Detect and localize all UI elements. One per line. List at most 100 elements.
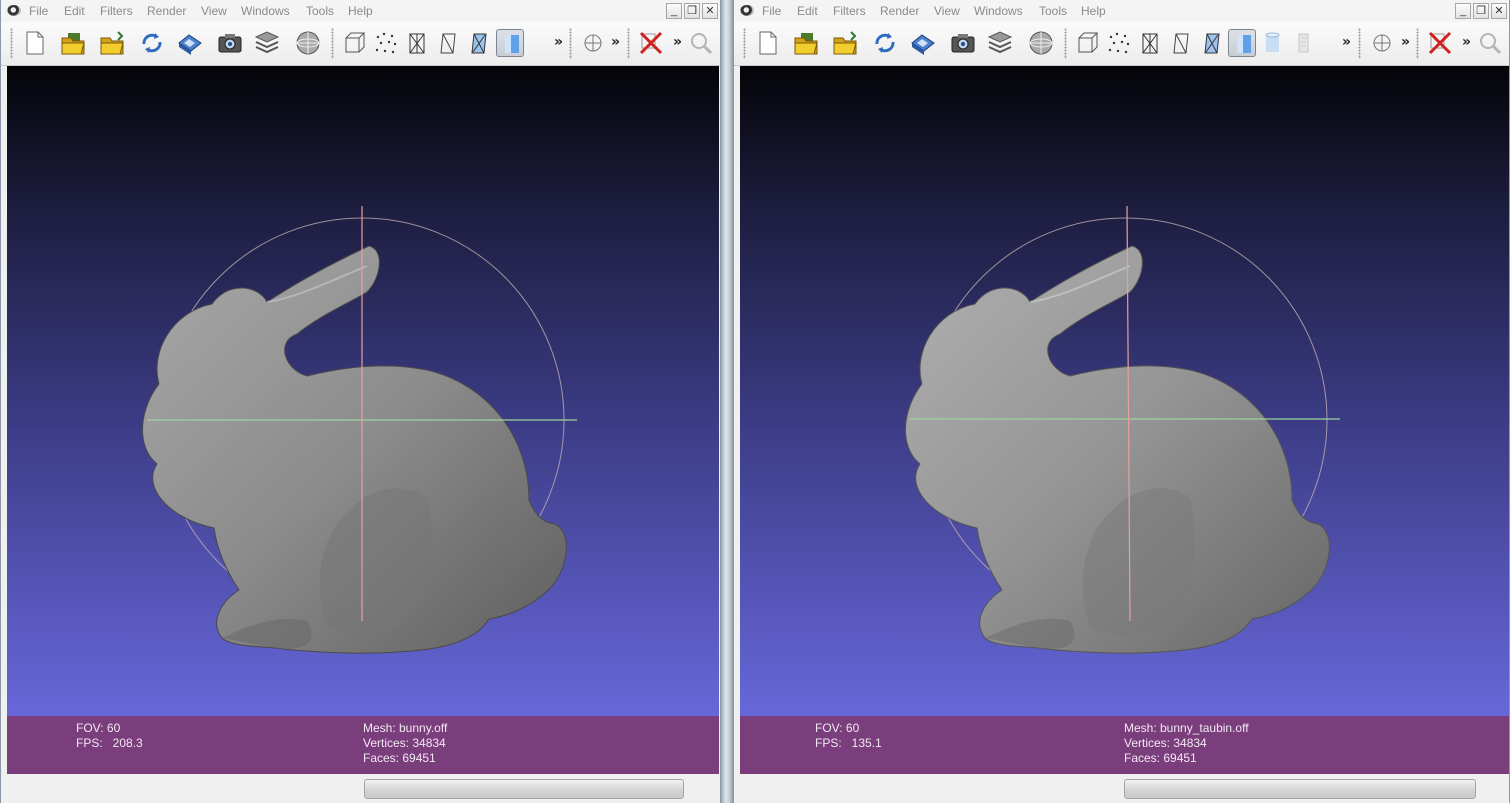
minimize-button[interactable]: _ [666,3,682,19]
toolbar-grip[interactable] [569,28,572,59]
meshlab-window-left: File Edit Filters Render View Windows To… [0,0,721,803]
menu-edit[interactable]: Edit [797,4,818,18]
close-button[interactable]: ✕ [1491,3,1507,19]
window-controls: _ ❐ ✕ [1455,3,1507,20]
menu-tools[interactable]: Tools [306,4,334,18]
reload-icon[interactable] [871,29,899,57]
toolbar-grip[interactable] [627,28,630,59]
bounding-box-icon[interactable] [1074,29,1102,57]
menu-render[interactable]: Render [880,4,919,18]
toolbar-overflow-icon[interactable]: » [611,34,620,50]
menu-help[interactable]: Help [348,4,373,18]
meshlab-eye-icon [7,5,21,16]
snapshot-icon[interactable] [216,29,244,57]
vertices-label: Vertices: 34834 [363,736,446,750]
faces-label: Faces: 69451 [363,751,436,765]
menu-windows[interactable]: Windows [974,4,1023,18]
menu-filters[interactable]: Filters [833,4,866,18]
menu-view[interactable]: View [934,4,960,18]
fps-label: FPS: 208.3 [76,736,143,750]
flat-lines-icon[interactable] [1198,29,1226,57]
3d-viewport[interactable] [740,66,1510,716]
new-project-icon[interactable] [21,29,49,57]
status-bar [734,774,1509,803]
toolbar-grip[interactable] [743,28,746,59]
open-project-icon[interactable] [792,29,820,57]
menu-bar: File Edit Filters Render View Windows To… [1,0,720,22]
save-icon[interactable] [909,29,937,57]
menu-file[interactable]: File [29,4,48,18]
hidden-lines-icon[interactable] [434,29,462,57]
toolbar-grip[interactable] [10,28,13,59]
faces-label: Faces: 69451 [1124,751,1197,765]
menu-render[interactable]: Render [147,4,186,18]
raster-layers-icon[interactable] [1027,29,1055,57]
search-icon[interactable] [687,29,715,57]
vertices-label: Vertices: 34834 [1124,736,1207,750]
trackball-icon[interactable] [1368,29,1396,57]
window-controls: _ ❐ ✕ [666,3,718,20]
toolbar-grip[interactable] [1064,28,1067,59]
progress-bar [1124,779,1476,799]
bunny-group [905,205,1340,654]
menu-edit[interactable]: Edit [64,4,85,18]
search-icon[interactable] [1476,29,1504,57]
toolbar-overflow-icon[interactable]: » [554,34,563,50]
window-divider [721,0,733,803]
info-overlay: FOV: 60 FPS: 135.1 Mesh: bunny_taubin.of… [740,716,1509,774]
minimize-button[interactable]: _ [1455,3,1471,19]
menu-file[interactable]: File [762,4,781,18]
import-mesh-icon[interactable] [98,29,126,57]
menu-help[interactable]: Help [1081,4,1106,18]
smooth-shading-icon[interactable] [496,29,524,57]
3d-viewport[interactable] [7,66,719,716]
toolbar-overflow-icon[interactable]: » [673,34,682,50]
trackball-icon[interactable] [579,29,607,57]
hidden-lines-icon[interactable] [1167,29,1195,57]
lighting-icon[interactable] [1289,29,1317,57]
raster-layers-icon[interactable] [294,29,322,57]
toolbar: » » » [734,22,1509,66]
save-icon[interactable] [176,29,204,57]
delete-mesh-icon[interactable] [637,29,665,57]
points-icon[interactable] [1105,29,1133,57]
meshlab-window-right: File Edit Filters Render View Windows To… [733,0,1510,803]
toolbar-overflow-icon[interactable]: » [1401,34,1410,50]
toolbar: » » » [1,22,720,66]
toolbar-overflow-icon[interactable]: » [1462,34,1471,50]
flat-lines-icon[interactable] [465,29,493,57]
import-mesh-icon[interactable] [831,29,859,57]
smooth-shading-icon[interactable] [1228,29,1256,57]
toolbar-overflow-icon[interactable]: » [1342,34,1351,50]
progress-bar [364,779,684,799]
reload-icon[interactable] [138,29,166,57]
wireframe-icon[interactable] [1136,29,1164,57]
texture-icon[interactable] [1258,29,1286,57]
toolbar-grip[interactable] [1416,28,1419,59]
fps-label: FPS: 135.1 [815,736,882,750]
restore-button[interactable]: ❐ [1473,3,1489,19]
bunny-mesh-render[interactable] [740,66,1510,716]
close-button[interactable]: ✕ [702,3,718,19]
meshlab-eye-icon [740,5,754,16]
toolbar-grip[interactable] [331,28,334,59]
wireframe-icon[interactable] [403,29,431,57]
menu-filters[interactable]: Filters [100,4,133,18]
snapshot-icon[interactable] [949,29,977,57]
points-icon[interactable] [372,29,400,57]
fov-label: FOV: 60 [76,721,121,735]
bounding-box-icon[interactable] [341,29,369,57]
layers-icon[interactable] [253,29,281,57]
new-project-icon[interactable] [754,29,782,57]
delete-mesh-icon[interactable] [1426,29,1454,57]
restore-button[interactable]: ❐ [684,3,700,19]
toolbar-grip[interactable] [1358,28,1361,59]
menu-tools[interactable]: Tools [1039,4,1067,18]
layers-icon[interactable] [986,29,1014,57]
menu-bar: File Edit Filters Render View Windows To… [734,0,1509,22]
open-project-icon[interactable] [59,29,87,57]
menu-view[interactable]: View [201,4,227,18]
bunny-mesh-render[interactable] [7,66,719,716]
info-overlay: FOV: 60 FPS: 208.3 Mesh: bunny.off Verti… [7,716,719,774]
menu-windows[interactable]: Windows [241,4,290,18]
